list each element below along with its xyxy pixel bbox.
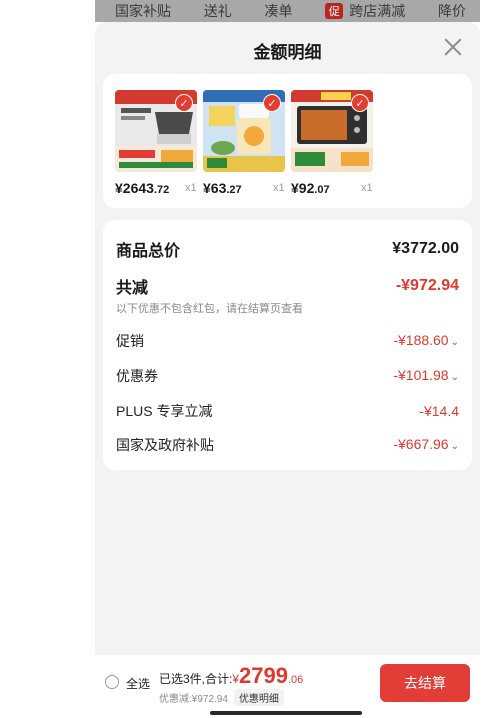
total-reduction-value: -¥972.94 (395, 277, 459, 294)
total-reduction-label: 共减 (116, 280, 149, 297)
discount-value: -¥667.96 (393, 436, 449, 452)
total-price-value: ¥3772.00 (392, 240, 459, 257)
selected-check-icon[interactable]: ✓ (263, 94, 281, 112)
discount-value: -¥188.60 (393, 332, 449, 348)
price-summary-card: 商品总价 ¥3772.00 共减 -¥972.94 以下优惠不包含红包，请在结算… (103, 220, 472, 470)
product-thumbnail: ✓ (203, 90, 285, 172)
selected-check-icon[interactable]: ✓ (175, 94, 193, 112)
total-reduction-row: 共减 -¥972.94 (116, 274, 459, 298)
home-indicator (210, 711, 362, 715)
sheet-title: 金额明细 (253, 43, 322, 62)
discount-line: 优惠减:¥972.94 优惠明细 (159, 689, 284, 706)
selected-summary: 已选3件,合计:¥2799.06 (159, 663, 303, 689)
product-thumbnail: ✓ (291, 90, 373, 172)
discount-label: 促销 (116, 333, 144, 349)
total-price-label: 商品总价 (116, 243, 181, 260)
checkout-bar: 全选 已选3件,合计:¥2799.06 优惠减:¥972.94 优惠明细 去结算 (95, 655, 480, 718)
discount-value: -¥14.4 (419, 403, 459, 419)
product-item[interactable]: ✓ ¥2643.72 x1 (115, 90, 197, 196)
discount-row-promotion[interactable]: 促销 -¥188.60 ⌄ (116, 331, 459, 351)
product-item[interactable]: ✓ ¥92.07 x1 (291, 90, 373, 196)
discount-label: 国家及政府补贴 (116, 437, 214, 453)
discount-row-subsidy[interactable]: 国家及政府补贴 -¥667.96 ⌄ (116, 435, 459, 455)
discount-label: PLUS 专享立减 (116, 403, 213, 419)
discount-detail-button[interactable]: 优惠明细 (233, 689, 284, 706)
close-icon[interactable] (442, 36, 464, 58)
discount-total-text: 优惠减:¥972.94 (159, 694, 228, 705)
selected-check-icon[interactable]: ✓ (351, 94, 369, 112)
checkout-button[interactable]: 去结算 (380, 664, 470, 702)
top-filter-strip: 国家补贴 送礼 凑单 促 跨店满减 降价 (95, 0, 480, 22)
chevron-down-icon: ⌄ (450, 372, 459, 383)
discount-row-coupon[interactable]: 优惠券 -¥101.98 ⌄ (116, 366, 459, 386)
product-thumbnail: ✓ (115, 90, 197, 172)
cart-total: ¥2799.06 (232, 663, 304, 688)
product-item[interactable]: ✓ ¥63.27 x1 (203, 90, 285, 196)
select-all-label[interactable]: 全选 (126, 675, 150, 692)
select-all-radio[interactable] (105, 675, 119, 689)
filter-cross-store-label: 跨店满减 (349, 3, 406, 19)
amount-detail-sheet: 金额明细 ✓ ¥2643.72 x1 ✓ ¥63.27 x1 ✓ ¥92.07 … (95, 22, 480, 718)
product-qty: x1 (361, 182, 373, 194)
promo-tag-icon: 促 (325, 3, 344, 19)
products-card: ✓ ¥2643.72 x1 ✓ ¥63.27 x1 ✓ ¥92.07 x1 (103, 74, 472, 208)
filter-bundle[interactable]: 凑单 (265, 1, 293, 21)
product-price: ¥92.07 (291, 180, 330, 196)
product-price: ¥2643.72 (115, 180, 170, 196)
discount-label: 优惠券 (116, 368, 158, 384)
filter-cross-store[interactable]: 促 跨店满减 (325, 1, 405, 21)
product-qty: x1 (273, 182, 285, 194)
filter-national-subsidy[interactable]: 国家补贴 (115, 1, 171, 21)
product-qty: x1 (185, 182, 197, 194)
discount-value: -¥101.98 (393, 367, 449, 383)
chevron-down-icon: ⌄ (450, 337, 459, 348)
chevron-down-icon: ⌄ (450, 441, 459, 452)
discount-row-plus: PLUS 专享立减 -¥14.4 (116, 401, 459, 421)
reduction-note: 以下优惠不包含红包，请在结算页查看 (116, 303, 303, 315)
filter-gift[interactable]: 送礼 (204, 1, 232, 21)
product-price: ¥63.27 (203, 180, 242, 196)
total-price-row: 商品总价 ¥3772.00 (116, 237, 459, 261)
selected-prefix: 已选3件,合计: (159, 672, 233, 686)
filter-price-drop[interactable]: 降价 (438, 1, 466, 21)
